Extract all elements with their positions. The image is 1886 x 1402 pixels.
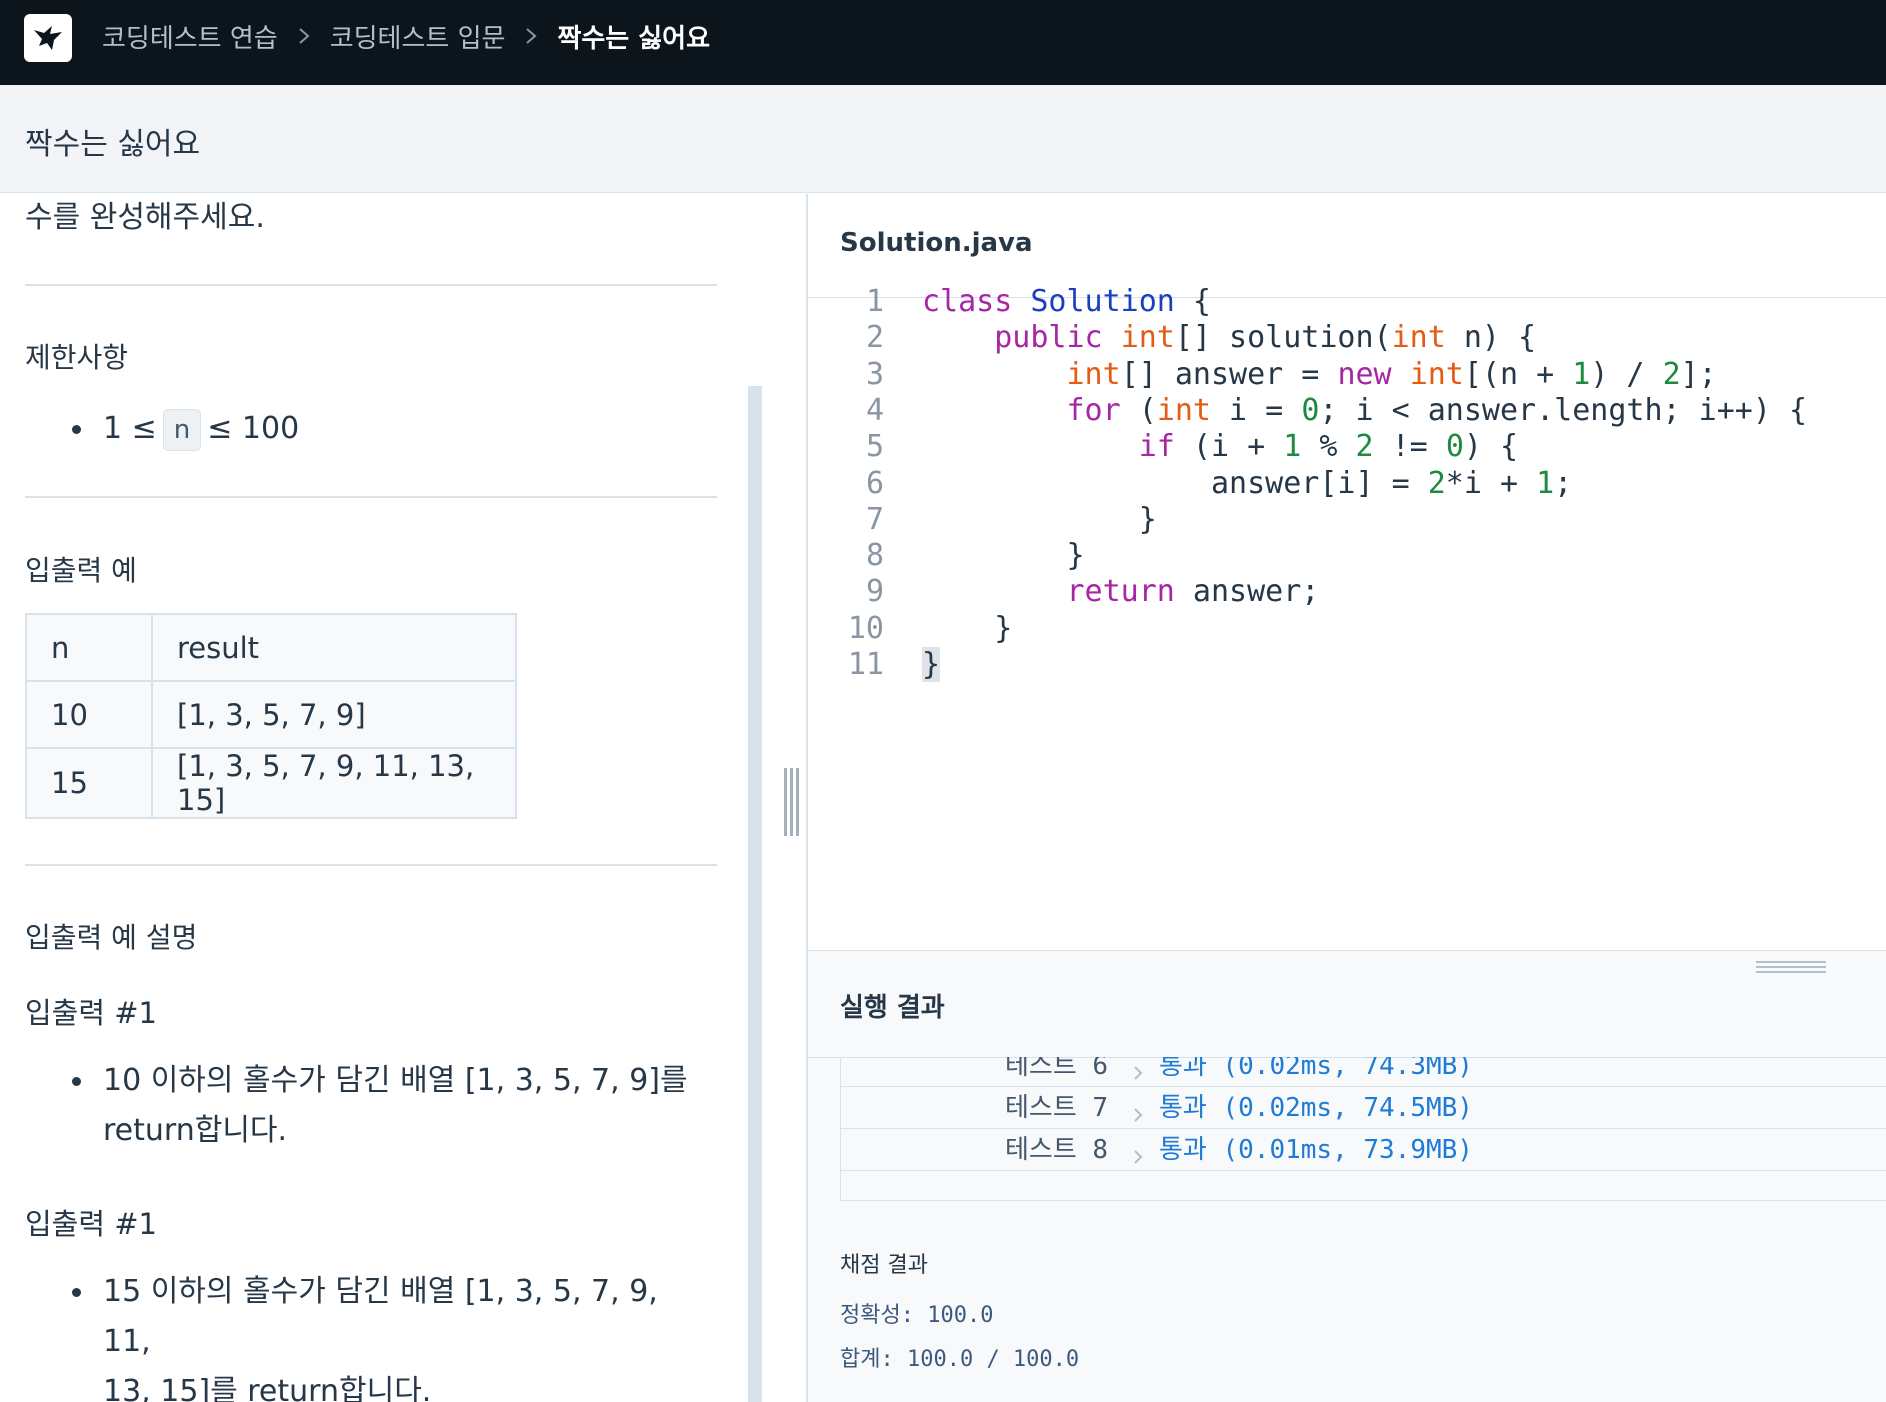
total-score: 합계: 100.0 / 100.0 [840, 1347, 1080, 1372]
problem-title-bar: 짝수는 싫어요 [0, 85, 1886, 193]
table-cell: [1, 3, 5, 7, 9] [151, 680, 517, 749]
test-label: 테스트 8 [1005, 1135, 1109, 1165]
problem-description-pane[interactable]: 수를 완성해주세요. 제한사항 1 ≤ n ≤ 100 입출력 예 n result… [0, 194, 806, 1402]
code-editor[interactable]: 1 class Solution {2 public int[] solution… [808, 284, 1886, 950]
io-example-table: n result 10 [1, 3, 5, 7, 9] 15 [1, 3, 5,… [25, 613, 517, 819]
code-line[interactable]: 11} [808, 643, 1886, 687]
scrollbar[interactable] [748, 386, 762, 1402]
test-result-row: 테스트 7 통과 (0.02ms, 74.5MB) [841, 1087, 1886, 1129]
divider [25, 496, 717, 498]
breadcrumb: 코딩테스트 연습 코딩테스트 입문 짝수는 싫어요 [102, 18, 710, 54]
table-cell: 15 [25, 747, 153, 819]
table-cell: 10 [25, 680, 153, 749]
example-1-heading: 입출력 #1 [25, 996, 158, 1030]
table-row: 15 [1, 3, 5, 7, 9, 11, 13, 15] [25, 747, 517, 819]
breadcrumb-current-problem: 짝수는 싫어요 [557, 23, 711, 54]
example-2-text-cont: 13, 15]를 return합니다. [103, 1374, 432, 1402]
chevron-right-icon [519, 18, 543, 54]
breadcrumb-coding-test-practice[interactable]: 코딩테스트 연습 [102, 18, 278, 55]
constraint-prefix: 1 ≤ [103, 411, 157, 446]
resize-grip-icon[interactable] [783, 768, 801, 836]
chevron-right-icon [1131, 1057, 1145, 1080]
result-pane: 실행 결과 테스트 6 통과 (0.02ms, 74.3MB) 테스트 7 통과 (0… [808, 950, 1886, 1402]
problem-description-text: 수를 완성해주세요. [25, 200, 265, 235]
bullet-icon [72, 1288, 81, 1297]
code-text: } [922, 647, 941, 682]
test-status: 통과 (0.01ms, 73.9MB) [1159, 1135, 1473, 1165]
examples-heading: 입출력 예 [25, 554, 137, 587]
test-result-row: 테스트 6 통과 (0.02ms, 74.3MB) [841, 1057, 1886, 1087]
table-row: 10 [1, 3, 5, 7, 9] [25, 680, 517, 749]
line-number: 11 [847, 647, 884, 682]
test-label: 테스트 7 [1005, 1093, 1109, 1123]
result-heading: 실행 결과 [840, 993, 945, 1023]
example-1-text-cont: return합니다. [103, 1113, 288, 1148]
table-header-row: n result [25, 613, 517, 682]
test-result-row: 테스트 8 통과 (0.01ms, 73.9MB) [841, 1129, 1886, 1171]
divider [25, 864, 717, 866]
page-title: 짝수는 싫어요 [25, 127, 201, 162]
chevron-right-icon [1131, 1139, 1145, 1164]
constraint-suffix: ≤ 100 [207, 411, 300, 446]
example-2-heading: 입출력 #1 [25, 1207, 158, 1241]
table-header: result [151, 613, 517, 682]
chevron-right-icon [1131, 1097, 1145, 1122]
breadcrumb-coding-test-intro[interactable]: 코딩테스트 입문 [330, 18, 506, 55]
file-name: Solution.java [840, 228, 1033, 258]
test-status: 통과 (0.02ms, 74.5MB) [1159, 1093, 1473, 1123]
explanation-heading: 입출력 예 설명 [25, 921, 198, 954]
table-header: n [25, 613, 153, 682]
constraints-heading: 제한사항 [25, 341, 129, 374]
divider [25, 284, 717, 286]
table-cell: [1, 3, 5, 7, 9, 11, 13, 15] [151, 747, 517, 819]
constraint-variable: n [162, 408, 202, 451]
bullet-icon [72, 425, 81, 434]
test-result-list[interactable]: 테스트 6 통과 (0.02ms, 74.3MB) 테스트 7 통과 (0.02ms,… [840, 1057, 1886, 1201]
grade-heading: 채점 결과 [840, 1253, 928, 1278]
top-navigation-bar: 코딩테스트 연습 코딩테스트 입문 짝수는 싫어요 [0, 0, 1886, 85]
accuracy-score: 정확성: 100.0 [840, 1303, 994, 1328]
programmers-logo-icon[interactable] [24, 14, 72, 62]
example-1-text: 10 이하의 홀수가 담긴 배열 [1, 3, 5, 7, 9]를 [103, 1063, 688, 1098]
resize-handle-icon[interactable] [1756, 960, 1826, 974]
test-label: 테스트 6 [1005, 1057, 1109, 1081]
example-2-text: 15 이하의 홀수가 담긴 배열 [1, 3, 5, 7, 9, 11, [103, 1274, 658, 1359]
chevron-right-icon [292, 18, 316, 54]
test-status: 통과 (0.02ms, 74.3MB) [1159, 1057, 1473, 1081]
bullet-icon [72, 1077, 81, 1086]
